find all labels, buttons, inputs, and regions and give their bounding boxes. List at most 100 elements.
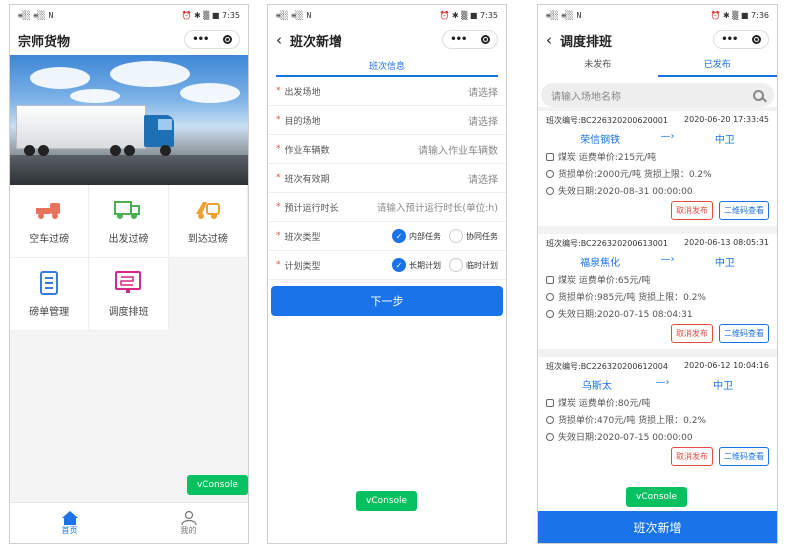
page-title: 宗师货物 <box>18 34 71 50</box>
route-to: 中卫 <box>714 258 735 269</box>
section-tab-shift-info[interactable]: 班次信息 <box>276 55 498 77</box>
arrow-right-icon: —› <box>660 254 675 265</box>
route-to: 中卫 <box>713 381 734 392</box>
mini-program-capsule[interactable]: ••• <box>713 30 769 49</box>
radio-group: ✓ 内部任务 协同任务 <box>365 229 498 243</box>
radio-label: 协同任务 <box>466 231 498 241</box>
loss-icon <box>546 292 554 301</box>
back-icon[interactable]: ‹ <box>276 31 282 49</box>
tab-home[interactable]: 首页 <box>10 503 129 543</box>
required-mark: * <box>276 260 281 270</box>
nav-bar: ‹ 调度排班 ••• <box>538 25 777 55</box>
goods-info: 煤炭 运费单价:65元/吨 <box>558 276 651 286</box>
view-qrcode-button[interactable]: 二维码查看 <box>719 324 769 343</box>
field-value[interactable]: 请输入预计运行时长(单位:h) <box>365 200 498 214</box>
close-target-icon[interactable] <box>751 35 761 44</box>
required-mark: * <box>276 173 281 183</box>
banner-image <box>10 55 248 185</box>
goods-info: 煤炭 运费单价:80元/吨 <box>558 399 651 409</box>
radio-empty-icon <box>449 229 463 243</box>
arrow-right-icon: —› <box>660 131 675 142</box>
tab-published[interactable]: 已发布 <box>657 55 777 77</box>
page-title: 调度排班 <box>560 34 613 50</box>
vconsole-button[interactable]: vConsole <box>186 475 248 495</box>
shift-time: 2020-06-12 10:04:16 <box>684 361 769 370</box>
grid-label: 空车过磅 <box>29 233 70 245</box>
field-label: 班次类型 <box>284 232 321 243</box>
expire-info: 失效日期:2020-08-31 00:00:00 <box>558 187 693 197</box>
route-to: 中卫 <box>714 135 735 146</box>
home-icon <box>61 510 78 525</box>
field-label: 班次有效期 <box>284 174 330 185</box>
vconsole-button[interactable]: vConsole <box>626 487 688 507</box>
field-vehicle-count[interactable]: * 作业车辆数 请输入作业车辆数 <box>268 135 506 164</box>
field-value[interactable]: 请输入作业车辆数 <box>365 142 498 157</box>
goods-icon <box>546 275 554 284</box>
function-grid: 空车过磅 出发过磅 到达过磅 磅单管理 调度排班 <box>10 185 248 331</box>
mini-program-capsule[interactable]: ••• <box>442 30 498 49</box>
route-from: 福泉焦化 <box>580 258 621 269</box>
close-target-icon[interactable] <box>222 35 232 44</box>
field-label: 目的场地 <box>284 116 321 127</box>
shift-code: 班次编号:BC226320200620001 <box>546 116 668 125</box>
more-icon[interactable]: ••• <box>192 34 209 45</box>
grid-item-schedule[interactable]: 调度排班 <box>89 258 169 331</box>
grid-label: 到达过磅 <box>187 233 228 245</box>
signal-icon: ≡░░ ≡░░ N <box>546 10 581 20</box>
radio-long-term[interactable]: ✓ 长期计划 <box>392 258 441 272</box>
cancel-publish-button[interactable]: 取消发布 <box>671 201 713 220</box>
search-input[interactable]: 请输入场地名称 <box>541 83 774 107</box>
empty-truck-icon <box>36 202 61 219</box>
required-mark: * <box>276 86 281 96</box>
tab-bar: 首页 我的 <box>10 502 248 543</box>
grid-item-ticket-manage[interactable]: 磅单管理 <box>10 258 90 331</box>
close-target-icon[interactable] <box>480 35 490 44</box>
field-validity[interactable]: * 班次有效期 请选择 <box>268 164 506 193</box>
next-step-button[interactable]: 下一步 <box>271 286 503 316</box>
more-icon[interactable]: ••• <box>450 34 467 45</box>
required-mark: * <box>276 231 281 241</box>
status-bar: ≡░░ ≡░░ N ⏰ ✱ ▒ ■ 7:35 <box>268 5 506 25</box>
tab-mine[interactable]: 我的 <box>129 503 248 543</box>
status-right: ⏰ ✱ ▒ ■ 7:35 <box>181 10 240 20</box>
view-qrcode-button[interactable]: 二维码查看 <box>719 201 769 220</box>
loss-info: 货损单价:985元/吨 货损上限：0.2% <box>558 293 706 303</box>
search-icon[interactable] <box>753 89 764 101</box>
grid-item-depart-weigh[interactable]: 出发过磅 <box>89 185 169 258</box>
route-from: 荣信钢铁 <box>580 135 621 146</box>
loss-info: 货损单价:2000元/吨 货损上限：0.2% <box>558 170 712 180</box>
back-icon[interactable]: ‹ <box>546 31 552 49</box>
radio-internal-task[interactable]: ✓ 内部任务 <box>392 229 441 243</box>
shift-list: 班次编号:BC226320200620001 2020-06-20 17:33:4… <box>538 107 777 472</box>
shift-card[interactable]: 班次编号:BC226320200620001 2020-06-20 17:33:4… <box>538 111 777 226</box>
field-run-duration[interactable]: * 预计运行时长 请输入预计运行时长(单位:h) <box>268 193 506 222</box>
cancel-publish-button[interactable]: 取消发布 <box>671 447 713 466</box>
shift-time: 2020-06-20 17:33:45 <box>684 115 769 124</box>
add-shift-button[interactable]: 班次新增 <box>538 511 777 543</box>
shift-card[interactable]: 班次编号:BC226320200612004 2020-06-12 10:04:1… <box>538 357 777 472</box>
expire-info: 失效日期:2020-07-15 08:04:31 <box>558 310 693 320</box>
field-value[interactable]: 请选择 <box>365 113 498 128</box>
grid-item-arrive-weigh[interactable]: 到达过磅 <box>168 185 248 258</box>
more-icon[interactable]: ••• <box>721 34 738 45</box>
field-value[interactable]: 请选择 <box>365 84 498 99</box>
radio-temporary[interactable]: 临时计划 <box>449 258 498 272</box>
vconsole-button[interactable]: vConsole <box>356 491 418 511</box>
tab-unpublished[interactable]: 未发布 <box>538 55 658 77</box>
radio-collab-task[interactable]: 协同任务 <box>449 229 498 243</box>
field-departure[interactable]: * 出发场地 请选择 <box>268 77 506 106</box>
status-bar: ≡░░ ≡░░ N ⏰ ✱ ▒ ■ 7:36 <box>538 5 777 25</box>
publish-tabs: 未发布 已发布 <box>538 55 777 77</box>
field-value[interactable]: 请选择 <box>365 171 498 186</box>
goods-info: 煤炭 运费单价:215元/吨 <box>558 153 657 163</box>
view-qrcode-button[interactable]: 二维码查看 <box>719 447 769 466</box>
cancel-publish-button[interactable]: 取消发布 <box>671 324 713 343</box>
loss-icon <box>546 169 554 178</box>
grid-item-empty-weigh[interactable]: 空车过磅 <box>10 185 90 258</box>
shift-time: 2020-06-13 08:05:31 <box>684 238 769 247</box>
mini-program-capsule[interactable]: ••• <box>184 30 240 49</box>
shift-card[interactable]: 班次编号:BC226320200613001 2020-06-13 08:05:3… <box>538 234 777 349</box>
person-icon <box>180 510 197 525</box>
field-destination[interactable]: * 目的场地 请选择 <box>268 106 506 135</box>
status-right: ⏰ ✱ ▒ ■ 7:35 <box>439 10 498 20</box>
